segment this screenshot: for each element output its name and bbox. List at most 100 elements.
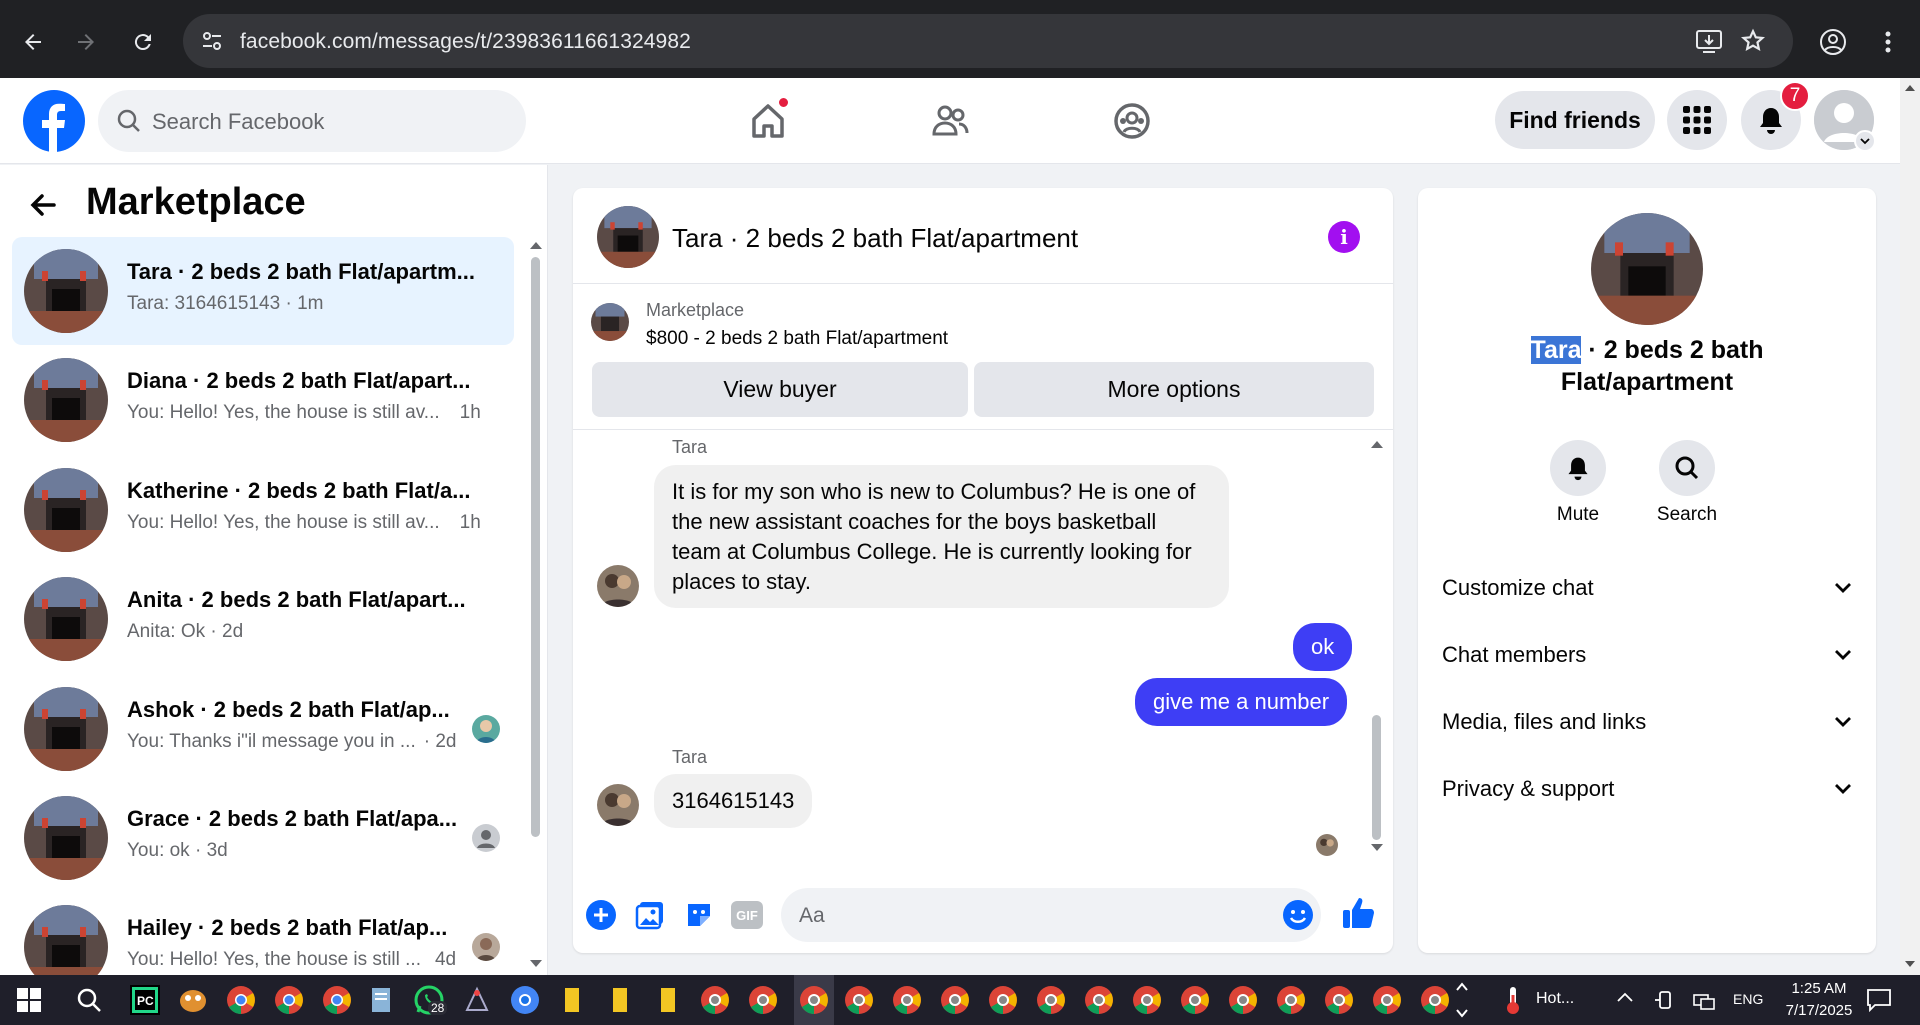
page-scroll-down-icon[interactable]: [1904, 960, 1916, 968]
reload-icon[interactable]: [125, 24, 161, 60]
facebook-search[interactable]: Search Facebook: [98, 90, 526, 152]
chat-scrollbar[interactable]: [1372, 715, 1381, 840]
menu-grid-icon[interactable]: [1667, 90, 1727, 150]
conversation-item[interactable]: Diana · 2 beds 2 bath Flat/apart... You:…: [12, 346, 514, 454]
back-icon[interactable]: [15, 24, 51, 60]
chrome-icon[interactable]: [1178, 983, 1212, 1017]
emoji-icon[interactable]: [1283, 900, 1313, 930]
device-icon[interactable]: [1655, 990, 1675, 1010]
taskbar-overflow-chevron-icon[interactable]: [1455, 978, 1469, 1022]
file-explorer-icon[interactable]: [652, 983, 686, 1017]
language-indicator[interactable]: ENG: [1733, 991, 1763, 1007]
network-icon[interactable]: [1693, 990, 1715, 1010]
url-text[interactable]: facebook.com/messages/t/2398361166132498…: [240, 30, 691, 54]
outgoing-message[interactable]: give me a number: [1135, 678, 1348, 726]
account-avatar[interactable]: [1814, 90, 1876, 152]
forward-icon[interactable]: [68, 24, 104, 60]
file-explorer-icon[interactable]: [604, 983, 638, 1017]
chrome-icon[interactable]: [1130, 983, 1164, 1017]
conversation-item[interactable]: Katherine · 2 beds 2 bath Flat/a... You:…: [12, 456, 514, 564]
weather-text[interactable]: Hot...: [1536, 990, 1574, 1008]
thumbs-up-icon[interactable]: [1342, 896, 1376, 930]
plus-icon[interactable]: [586, 900, 616, 930]
message-input[interactable]: Aa: [781, 888, 1321, 942]
app-icon[interactable]: [460, 983, 494, 1017]
chrome-icon[interactable]: [1418, 983, 1452, 1017]
clock-time[interactable]: 1:25 AM: [1786, 980, 1852, 997]
install-app-icon[interactable]: [1695, 28, 1723, 54]
chrome-icon[interactable]: [890, 983, 924, 1017]
whatsapp-icon[interactable]: 28: [412, 983, 448, 1017]
listing-title[interactable]: $800 - 2 beds 2 bath Flat/apartment: [646, 328, 948, 350]
conversation-item[interactable]: Grace · 2 beds 2 bath Flat/apa... You: o…: [12, 784, 514, 892]
chat-scroll-down-icon[interactable]: [1370, 843, 1384, 853]
outgoing-message[interactable]: ok: [1293, 623, 1353, 671]
chrome-icon[interactable]: [698, 983, 732, 1017]
media-files-links-section[interactable]: Media, files and links: [1442, 697, 1852, 747]
taskbar-search-icon[interactable]: [72, 983, 106, 1017]
chrome-icon[interactable]: [1322, 983, 1356, 1017]
notification-center-icon[interactable]: [1866, 988, 1892, 1012]
find-friends-button[interactable]: Find friends: [1495, 91, 1655, 149]
privacy-support-section[interactable]: Privacy & support: [1442, 764, 1852, 814]
app-icon[interactable]: [176, 983, 210, 1017]
chrome-icon[interactable]: [1274, 983, 1308, 1017]
conversation-item[interactable]: Ashok · 2 beds 2 bath Flat/ap... You: Th…: [12, 675, 514, 783]
incoming-message[interactable]: It is for my son who is new to Columbus?…: [654, 465, 1229, 608]
groups-icon[interactable]: [1107, 98, 1157, 144]
chrome-icon[interactable]: [508, 983, 542, 1017]
account-chevron-icon[interactable]: [1854, 130, 1876, 152]
info-icon[interactable]: i: [1328, 221, 1360, 253]
browser-menu-icon[interactable]: [1870, 24, 1906, 60]
scroll-down-arrow-icon[interactable]: [529, 959, 543, 969]
chrome-icon[interactable]: [842, 983, 876, 1017]
chrome-icon[interactable]: [1034, 983, 1068, 1017]
chrome-icon[interactable]: [320, 983, 354, 1017]
view-buyer-button[interactable]: View buyer: [592, 362, 968, 417]
chat-avatar[interactable]: [597, 206, 659, 268]
page-scrollbar[interactable]: [1900, 78, 1920, 975]
chrome-icon[interactable]: [1226, 983, 1260, 1017]
file-explorer-icon[interactable]: [556, 983, 590, 1017]
chat-scroll-up-icon[interactable]: [1370, 439, 1384, 449]
sticker-icon[interactable]: [684, 900, 714, 930]
conversation-list-scrollbar[interactable]: [531, 257, 540, 837]
scroll-up-arrow-icon[interactable]: [529, 240, 543, 250]
facebook-logo-icon[interactable]: [23, 90, 85, 152]
search-conversation-button[interactable]: Search: [1637, 440, 1737, 526]
notepad-icon[interactable]: [364, 983, 398, 1017]
chrome-icon[interactable]: [1082, 983, 1116, 1017]
address-bar[interactable]: facebook.com/messages/t/2398361166132498…: [183, 14, 1793, 68]
home-icon[interactable]: [743, 96, 793, 144]
details-avatar[interactable]: [1591, 213, 1703, 325]
weather-icon[interactable]: [1496, 983, 1530, 1017]
chrome-icon[interactable]: [938, 983, 972, 1017]
chrome-icon-active[interactable]: [794, 975, 834, 1025]
tray-chevron-up-icon[interactable]: [1617, 992, 1633, 1002]
clock-date[interactable]: 7/17/2025: [1776, 1002, 1862, 1019]
chrome-icon[interactable]: [1370, 983, 1404, 1017]
site-settings-icon[interactable]: [199, 28, 225, 54]
bookmark-star-icon[interactable]: [1740, 28, 1766, 54]
chrome-icon[interactable]: [224, 983, 258, 1017]
windows-start-icon[interactable]: [12, 983, 46, 1017]
conversation-item[interactable]: Hailey · 2 beds 2 bath Flat/ap... You: H…: [12, 893, 514, 975]
friends-icon[interactable]: [925, 98, 975, 144]
chat-title[interactable]: Tara · 2 beds 2 bath Flat/apartment: [672, 223, 1078, 254]
chrome-icon[interactable]: [272, 983, 306, 1017]
customize-chat-section[interactable]: Customize chat: [1442, 563, 1852, 613]
incoming-message[interactable]: 3164615143: [654, 774, 813, 828]
photo-icon[interactable]: [635, 900, 665, 930]
chrome-icon[interactable]: [986, 983, 1020, 1017]
mute-button[interactable]: Mute: [1528, 440, 1628, 526]
page-scroll-up-icon[interactable]: [1904, 84, 1916, 92]
conversation-item[interactable]: Anita · 2 beds 2 bath Flat/apart... Anit…: [12, 565, 514, 673]
more-options-button[interactable]: More options: [974, 362, 1374, 417]
gif-icon[interactable]: GIF: [731, 901, 763, 929]
conversation-item[interactable]: Tara · 2 beds 2 bath Flat/apartm... Tara…: [12, 237, 514, 345]
chat-members-section[interactable]: Chat members: [1442, 630, 1852, 680]
back-arrow-icon[interactable]: [28, 190, 58, 220]
chrome-icon[interactable]: [746, 983, 780, 1017]
profile-icon[interactable]: [1815, 24, 1851, 60]
pycharm-icon[interactable]: PC: [128, 983, 162, 1017]
